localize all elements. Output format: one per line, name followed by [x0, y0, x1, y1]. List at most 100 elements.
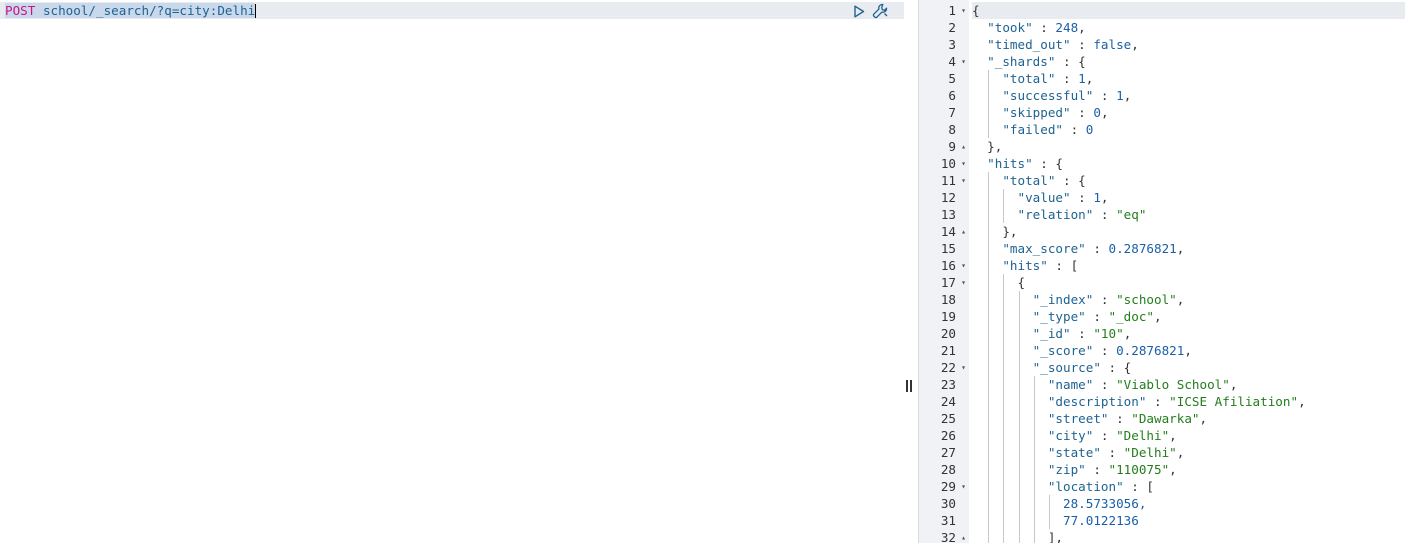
json-value: "Delhi": [1123, 445, 1177, 460]
line-number: 29 ▾: [919, 478, 969, 495]
line-number: 10 ▾: [919, 155, 969, 172]
line-number: 20: [919, 325, 969, 342]
indent-guide: [1049, 495, 1050, 529]
json-key: "name": [1047, 377, 1094, 392]
json-line: "successful" : 1,: [1002, 88, 1132, 103]
json-key: "location": [1047, 479, 1124, 494]
line-number: 32 ▴: [919, 529, 969, 543]
fold-arrow-down-icon[interactable]: ▾: [961, 274, 966, 291]
line-number-text: 13: [940, 207, 956, 222]
response-json[interactable]: { "took" : 248, "timed_out" : false, "_s…: [972, 0, 1405, 543]
line-number: 4 ▾: [919, 53, 969, 70]
json-key: "_source": [1032, 360, 1101, 375]
line-number: 14 ▴: [919, 223, 969, 240]
json-line: 28.5733056,: [972, 495, 1146, 512]
line-number-text: 16: [940, 258, 956, 273]
request-method: POST: [5, 3, 36, 18]
json-value: 1: [1116, 88, 1124, 103]
json-key: "_id": [1032, 326, 1071, 341]
indent-guide: [988, 70, 990, 138]
line-number-text: 14: [940, 224, 956, 239]
json-key: "total": [1002, 71, 1056, 86]
json-value: 248: [1055, 20, 1079, 35]
json-value: 0.2876821: [1108, 241, 1177, 256]
fold-arrow-down-icon[interactable]: ▾: [961, 478, 966, 495]
json-line: "skipped" : 0,: [1002, 105, 1109, 120]
fold-arrow-down-icon[interactable]: ▾: [961, 359, 966, 376]
json-key: "successful": [1002, 88, 1094, 103]
json-value: {: [1078, 173, 1086, 188]
fold-arrow-down-icon[interactable]: ▾: [961, 53, 966, 70]
json-line: "_source" : {: [1032, 360, 1132, 375]
line-number: 11 ▾: [919, 172, 969, 189]
line-number: 30: [919, 495, 969, 512]
fold-arrow-down-icon[interactable]: ▾: [961, 172, 966, 189]
line-number-text: 2: [948, 20, 956, 35]
json-value: "Dawarka": [1131, 411, 1200, 426]
json-value: {: [1123, 360, 1132, 375]
line-number-text: 3: [948, 37, 956, 52]
fold-arrow-down-icon[interactable]: ▾: [961, 155, 966, 172]
line-number: 17 ▾: [919, 274, 969, 291]
line-number-text: 8: [948, 122, 956, 137]
json-value: "ICSE Afiliation": [1169, 394, 1299, 409]
text-cursor: [255, 4, 257, 18]
resize-grip-icon[interactable]: [906, 380, 912, 392]
json-text: {: [1017, 275, 1026, 290]
request-editor[interactable]: POST school/_search/?q=city:Delhi: [0, 0, 904, 543]
line-number: 23: [919, 376, 969, 393]
line-number: 28: [919, 461, 969, 478]
json-line: "timed_out" : false,: [987, 37, 1139, 52]
json-value: "10": [1093, 326, 1124, 341]
line-number: 16 ▾: [919, 257, 969, 274]
line-number: 31: [919, 512, 969, 529]
json-key: "hits": [987, 156, 1033, 171]
json-key: "_type": [1032, 309, 1086, 324]
json-text: ],: [1047, 530, 1063, 543]
play-triangle-icon[interactable]: [852, 3, 866, 19]
line-number: 2: [919, 19, 969, 36]
json-value: 1: [1093, 190, 1101, 205]
json-line: "total" : 1,: [1002, 71, 1094, 86]
json-line: },: [972, 138, 1002, 155]
fold-arrow-up-icon[interactable]: ▴: [961, 138, 966, 155]
response-viewer[interactable]: 1 ▾ 2 3 4 ▾ 5 6 7 8 9 ▴ 10 ▾ 11 ▾ 12 13 14 ▴ 15 16 ▾ 17 ▾ 18 19 20 2…: [918, 0, 1405, 543]
json-value: "Delhi": [1116, 428, 1170, 443]
json-line: "_id" : "10",: [1032, 326, 1132, 341]
pane-resizer[interactable]: [904, 0, 918, 543]
json-value: 0: [1085, 122, 1094, 137]
json-text: },: [987, 139, 1003, 154]
json-key: "_shards": [987, 54, 1056, 69]
line-number-text: 27: [940, 445, 956, 460]
line-number: 24: [919, 393, 969, 410]
request-text[interactable]: POST school/_search/?q=city:Delhi: [5, 2, 257, 19]
json-key: "state": [1047, 445, 1101, 460]
json-line: "relation" : "eq": [1017, 207, 1147, 222]
json-value: "Viablo School": [1116, 377, 1230, 392]
line-number: 22 ▾: [919, 359, 969, 376]
json-line: "max_score" : 0.2876821,: [1002, 241, 1185, 256]
fold-arrow-down-icon[interactable]: ▾: [961, 257, 966, 274]
json-text: 77.0122136: [1063, 513, 1139, 528]
wrench-icon[interactable]: [871, 3, 889, 19]
line-number: 26: [919, 427, 969, 444]
json-value: 1: [1078, 71, 1086, 86]
json-value: "eq": [1116, 207, 1147, 222]
fold-arrow-up-icon[interactable]: ▴: [961, 529, 966, 543]
indent-guide: [988, 172, 990, 543]
indent-guide: [1003, 189, 1005, 223]
console-root: POST school/_search/?q=city:Delhi 1 ▾ 2 3 4 ▾…: [0, 0, 1405, 543]
fold-arrow-up-icon[interactable]: ▴: [961, 223, 966, 240]
line-number-text: 9: [948, 139, 956, 154]
json-key: "took": [987, 20, 1033, 35]
json-line: ],: [972, 529, 1063, 543]
json-value: 0.2876821: [1116, 343, 1185, 358]
json-line: "street" : "Dawarka",: [1047, 411, 1208, 426]
line-number-text: 15: [940, 241, 956, 256]
json-line: "failed" : 0: [1002, 122, 1094, 137]
fold-arrow-down-icon[interactable]: ▾: [961, 2, 966, 19]
line-number: 8: [919, 121, 969, 138]
line-number-text: 6: [948, 88, 956, 103]
json-value: [: [1070, 258, 1079, 273]
json-line: "location" : [: [1047, 479, 1154, 494]
